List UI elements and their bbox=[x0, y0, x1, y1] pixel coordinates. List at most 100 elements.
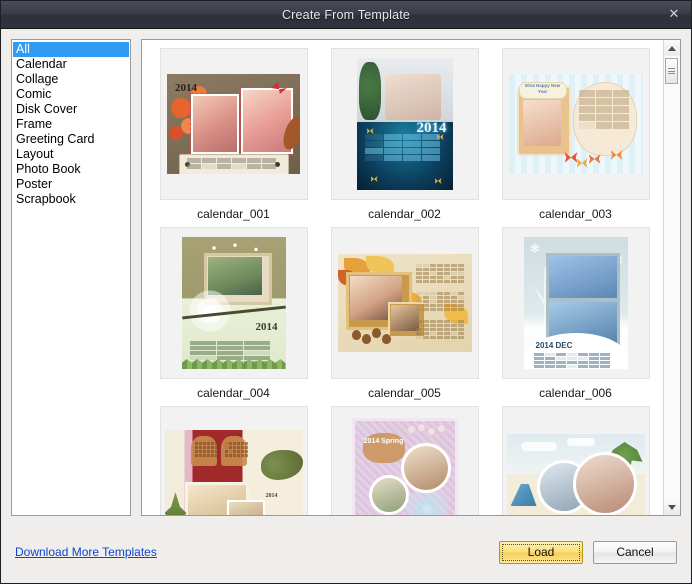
thumbnail-art-element bbox=[407, 425, 416, 434]
thumbnail-art-element bbox=[523, 100, 561, 146]
chevron-up-icon bbox=[668, 46, 676, 51]
thumbnail-year-label: 2014 bbox=[256, 321, 278, 333]
template-thumbnail-art: 2014 bbox=[165, 430, 303, 515]
thumbnail-art-element bbox=[369, 475, 409, 515]
category-item-greeting-card[interactable]: Greeting Card bbox=[13, 132, 129, 147]
template-thumbnail[interactable]: 2014 bbox=[160, 227, 308, 379]
template-cell[interactable]: 2014calendar_007 bbox=[148, 404, 319, 515]
dialog-titlebar: Create From Template ✕ bbox=[1, 1, 691, 29]
template-name-label: calendar_004 bbox=[197, 386, 270, 400]
template-thumbnail-art: 2014 bbox=[182, 237, 286, 369]
thumbnail-art-element bbox=[521, 442, 557, 451]
template-cell[interactable]: ❄❄❄2014 DECcalendar_006 bbox=[490, 225, 661, 404]
thumbnail-art-element bbox=[546, 253, 620, 301]
cancel-button[interactable]: Cancel bbox=[593, 541, 677, 564]
download-more-templates-link[interactable]: Download More Templates bbox=[15, 545, 157, 559]
chevron-down-icon bbox=[668, 505, 676, 510]
calendar-grid-art bbox=[225, 442, 248, 457]
template-thumbnail-art: 2014 bbox=[507, 434, 645, 515]
template-thumbnail-art: 2014 bbox=[357, 58, 453, 190]
snowflake-icon: ❄ bbox=[530, 241, 541, 257]
thumbnail-tag-label: 2014 Spring bbox=[363, 437, 405, 446]
template-thumbnail[interactable] bbox=[331, 227, 479, 379]
template-cell[interactable]: 2014calendar_009 bbox=[490, 404, 661, 515]
close-icon[interactable]: ✕ bbox=[663, 4, 685, 24]
category-item-poster[interactable]: Poster bbox=[13, 177, 129, 192]
template-thumbnail[interactable]: 2014 bbox=[502, 406, 650, 515]
calendar-grid-art bbox=[187, 158, 276, 169]
category-item-comic[interactable]: Comic bbox=[13, 87, 129, 102]
template-name-label: calendar_002 bbox=[368, 207, 441, 221]
create-from-template-dialog: Create From Template ✕ All Calendar Collag… bbox=[0, 0, 692, 584]
thumbnail-art-element bbox=[261, 450, 303, 480]
load-button[interactable]: Load bbox=[499, 541, 583, 564]
thumbnail-month-label: 2014 DEC bbox=[536, 341, 573, 350]
template-cell[interactable]: 2014 calendar_001 bbox=[148, 46, 319, 225]
template-cell[interactable]: 2014 Happy New Year calendar_003 bbox=[490, 46, 661, 225]
thumbnail-art-element bbox=[362, 334, 371, 344]
thumbnail-art-element bbox=[382, 334, 391, 344]
template-name-label: calendar_001 bbox=[197, 207, 270, 221]
dialog-footer: Download More Templates Load Cancel bbox=[1, 521, 691, 583]
dialog-title: Create From Template bbox=[282, 8, 410, 22]
template-thumbnail[interactable]: ❄❄❄2014 DEC bbox=[502, 227, 650, 379]
dialog-body: All Calendar Collage Comic Disk Cover Frame Gr… bbox=[1, 29, 691, 521]
calendar-grid-art bbox=[416, 292, 464, 311]
template-cell[interactable]: 2014 calendar_004 bbox=[148, 225, 319, 404]
template-name-label: calendar_006 bbox=[539, 386, 612, 400]
thumbnail-art-element bbox=[573, 452, 637, 515]
template-thumbnail[interactable]: 2014 Happy New Year bbox=[502, 48, 650, 200]
scrollbar-thumb[interactable] bbox=[665, 58, 678, 84]
category-item-collage[interactable]: Collage bbox=[13, 72, 129, 87]
template-grid: 2014 calendar_001 2014 calendar_002 2014 Hap… bbox=[148, 46, 661, 515]
calendar-grid-art bbox=[195, 442, 218, 457]
scrollbar-grip-icon bbox=[668, 67, 675, 76]
category-item-all[interactable]: All bbox=[13, 42, 129, 57]
thumbnail-art-element bbox=[577, 158, 588, 168]
thumbnail-year-label: 2014 bbox=[263, 492, 281, 500]
template-grid-panel: 2014 calendar_001 2014 calendar_002 2014 Hap… bbox=[141, 39, 681, 516]
thumbnail-art-element bbox=[171, 98, 191, 118]
scroll-down-button[interactable] bbox=[664, 499, 680, 515]
category-item-frame[interactable]: Frame bbox=[13, 117, 129, 132]
thumbnail-art-element bbox=[589, 154, 601, 164]
scrollbar-track[interactable] bbox=[664, 56, 680, 499]
template-thumbnail-art: 2014 Happy New Year bbox=[509, 74, 643, 174]
thumbnail-art-element bbox=[427, 427, 436, 436]
category-item-layout[interactable]: Layout bbox=[13, 147, 129, 162]
thumbnail-art-element bbox=[437, 424, 446, 433]
template-thumbnail[interactable]: 2014 Spring bbox=[331, 406, 479, 515]
category-item-scrapbook[interactable]: Scrapbook bbox=[13, 192, 129, 207]
thumbnail-art-element bbox=[352, 330, 361, 340]
thumbnail-art-element bbox=[417, 423, 426, 432]
template-grid-scrollbar[interactable] bbox=[663, 40, 680, 515]
calendar-grid-art bbox=[365, 134, 440, 161]
thumbnail-art-element bbox=[511, 484, 537, 506]
thumbnail-art-element bbox=[359, 62, 381, 120]
calendar-grid-art bbox=[416, 264, 464, 283]
thumbnail-art-element bbox=[165, 492, 187, 515]
thumbnail-art-element bbox=[169, 126, 183, 140]
thumbnail-art-element bbox=[372, 328, 381, 338]
template-thumbnail-art bbox=[338, 254, 472, 352]
thumbnail-year-label: 2014 bbox=[175, 82, 197, 94]
template-cell[interactable]: calendar_005 bbox=[319, 225, 490, 404]
template-name-label: calendar_005 bbox=[368, 386, 441, 400]
category-item-calendar[interactable]: Calendar bbox=[13, 57, 129, 72]
scroll-up-button[interactable] bbox=[664, 40, 680, 56]
calendar-grid-art bbox=[534, 353, 610, 368]
category-item-photo-book[interactable]: Photo Book bbox=[13, 162, 129, 177]
template-thumbnail[interactable]: 2014 bbox=[160, 48, 308, 200]
category-item-disk-cover[interactable]: Disk Cover bbox=[13, 102, 129, 117]
thumbnail-year-label: 2014 bbox=[417, 120, 447, 137]
template-thumbnail-art: 2014 bbox=[167, 74, 300, 174]
thumbnail-art-element bbox=[385, 74, 441, 120]
template-thumbnail[interactable]: 2014 bbox=[331, 48, 479, 200]
calendar-grid-art bbox=[579, 90, 629, 129]
thumbnail-art-element bbox=[401, 443, 451, 493]
template-thumbnail[interactable]: 2014 bbox=[160, 406, 308, 515]
category-listbox[interactable]: All Calendar Collage Comic Disk Cover Frame Gr… bbox=[11, 39, 131, 516]
template-cell[interactable]: 2014 calendar_002 bbox=[319, 46, 490, 225]
template-cell[interactable]: 2014 Springcalendar_008 bbox=[319, 404, 490, 515]
calendar-grid-art bbox=[416, 320, 464, 339]
